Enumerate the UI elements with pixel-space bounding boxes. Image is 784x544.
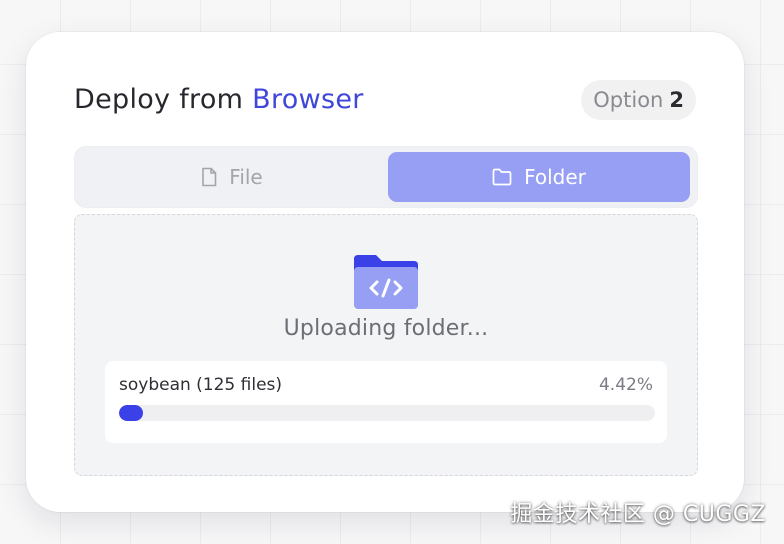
upload-file-name: soybean (125 files) [119,375,283,395]
tab-folder[interactable]: Folder [388,152,690,202]
option-label: Option [593,88,664,112]
progress-fill [119,405,143,421]
option-number: 2 [669,88,684,112]
tab-file-label: File [229,165,263,189]
page-title: Deploy from Browser [74,84,364,115]
watermark: 掘金技术社区 @ CUGGZ [510,502,766,527]
title-accent: Browser [252,84,364,115]
folder-icon [492,168,512,186]
deploy-card: Deploy from Browser Option 2 File Folder [26,32,744,512]
progress-track [119,405,655,421]
tab-folder-label: Folder [524,165,586,189]
upload-dropzone[interactable]: Uploading folder... soybean (125 files) … [74,214,698,476]
source-tabs: File Folder [74,146,698,208]
upload-percent: 4.42% [598,375,653,395]
option-badge: Option 2 [581,80,696,120]
upload-progress-card: soybean (125 files) 4.42% [105,361,667,443]
title-prefix: Deploy from [74,84,244,115]
code-folder-icon [352,253,420,315]
upload-status-text: Uploading folder... [283,316,489,341]
file-icon [201,167,217,187]
tab-file[interactable]: File [81,152,383,202]
